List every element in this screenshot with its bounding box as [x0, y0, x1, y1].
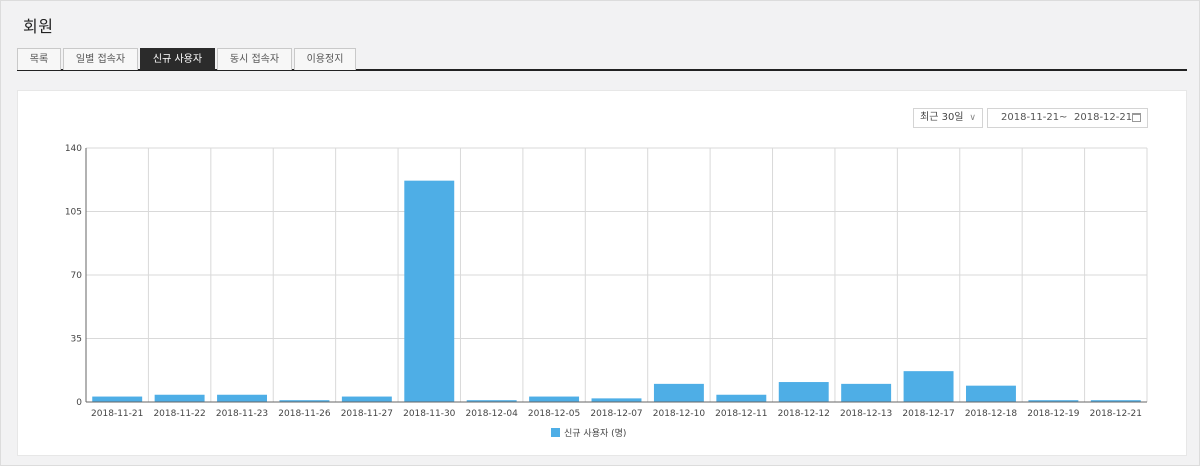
new-users-bar-chart: 0 35 70 105 140 2018-11-21 2018-11-22 2018-11-2…	[65, 144, 1148, 439]
legend-label: 신규 사용자 (명)	[564, 428, 626, 439]
x-tick-label: 2018-11-21	[91, 409, 143, 419]
y-tick-label: 70	[71, 271, 83, 281]
page-title: 회원	[23, 17, 54, 36]
y-tick-label: 105	[65, 208, 82, 218]
x-tick-label: 2018-12-05	[528, 409, 580, 419]
bar-2018-12-17	[903, 371, 954, 402]
y-tick-label: 0	[76, 398, 82, 408]
bar-2018-12-18	[966, 385, 1016, 402]
chart-panel: 최근 30일 ∨ 2018-11-21 ~ 2018-12-21 0 35 70 10…	[17, 90, 1187, 456]
bar-2018-12-05	[529, 396, 580, 402]
tab-suspended[interactable]: 이용정지	[294, 48, 356, 70]
x-tick-label: 2018-12-19	[1027, 409, 1080, 419]
x-tick-label: 2018-11-23	[216, 409, 268, 419]
tab-new-users[interactable]: 신규 사용자	[140, 48, 215, 70]
x-tick-label: 2018-11-22	[153, 409, 205, 419]
legend-swatch	[551, 428, 560, 437]
x-tick-label: 2018-12-11	[715, 409, 767, 419]
x-tick-label: 2018-12-07	[590, 409, 642, 419]
bar-2018-11-23	[217, 394, 267, 402]
x-tick-label: 2018-12-18	[965, 409, 1018, 419]
x-tick-label: 2018-12-13	[840, 409, 892, 419]
x-tick-label: 2018-12-12	[778, 409, 830, 419]
x-tick-label: 2018-11-30	[403, 409, 456, 419]
y-tick-label: 140	[65, 144, 82, 154]
tab-bar: 목록 일별 접속자 신규 사용자 동시 접속자 이용정지	[17, 47, 1187, 71]
bar-2018-12-11	[716, 394, 767, 402]
bar-2018-11-27	[341, 396, 392, 402]
bar-2018-11-30	[404, 180, 455, 402]
bar-2018-12-07	[591, 398, 642, 402]
y-tick-label: 35	[71, 335, 82, 345]
bar-2018-11-21	[92, 396, 143, 402]
bar-2018-11-22	[154, 394, 205, 402]
x-tick-label: 2018-12-21	[1090, 409, 1142, 419]
tab-concurrent-users[interactable]: 동시 접속자	[217, 48, 292, 70]
tab-daily-visitors[interactable]: 일별 접속자	[63, 48, 138, 70]
x-tick-label: 2018-12-04	[466, 409, 519, 419]
bar-2018-12-12	[778, 382, 829, 402]
x-tick-label: 2018-12-17	[902, 409, 954, 419]
x-tick-label: 2018-11-27	[341, 409, 393, 419]
bar-2018-12-13	[841, 383, 892, 402]
x-tick-label: 2018-11-26	[278, 409, 331, 419]
tab-list[interactable]: 목록	[17, 48, 61, 70]
bar-2018-12-10	[653, 383, 704, 402]
x-tick-label: 2018-12-10	[653, 409, 706, 419]
